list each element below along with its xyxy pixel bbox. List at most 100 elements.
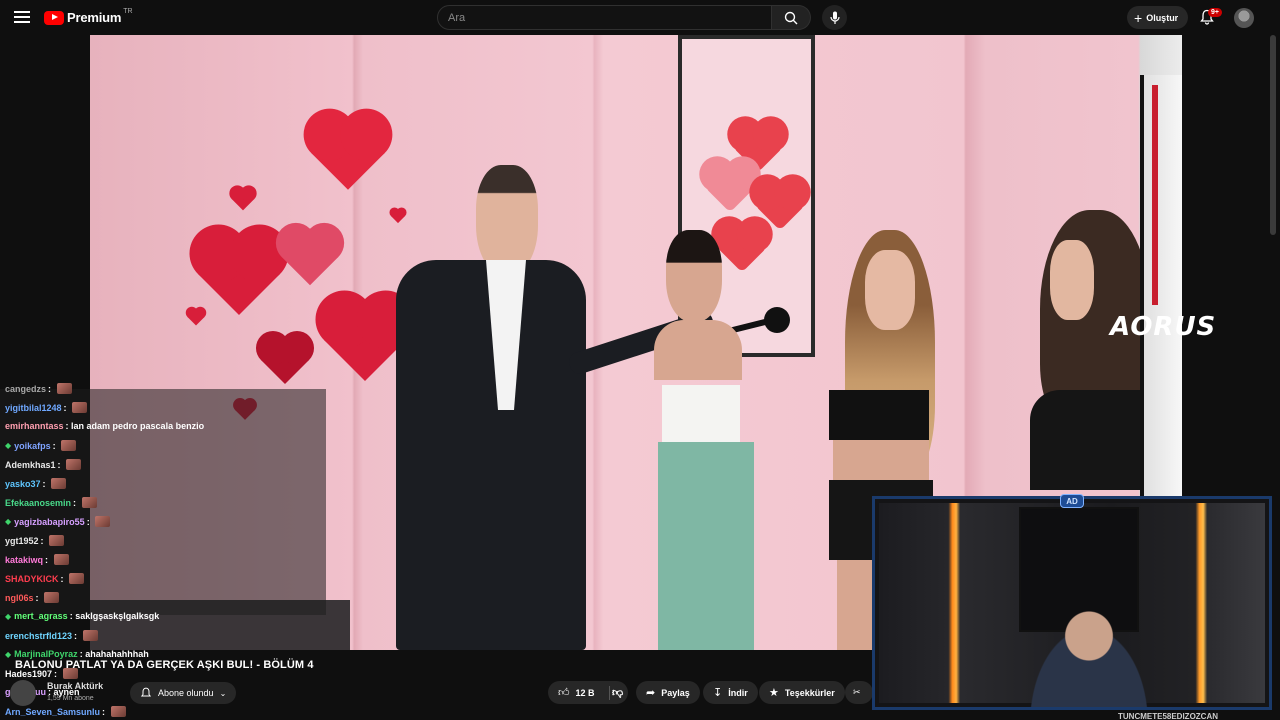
chat-message: SHADYKICK :: [5, 573, 85, 584]
youtube-watch-page: Premium TR + Oluştur 9+: [0, 0, 1280, 720]
chat-message: cangedzs :: [5, 383, 72, 394]
heart-decoration: [311, 116, 385, 190]
clip-button[interactable]: ✂: [845, 681, 873, 704]
emote-icon: [69, 573, 85, 584]
chat-separator: :: [74, 630, 80, 641]
emote-icon: [56, 383, 72, 394]
share-button[interactable]: ➦ Paylaş: [636, 681, 700, 704]
chat-separator: :: [42, 478, 49, 489]
chat-username[interactable]: Ademkhas1: [5, 460, 56, 470]
download-label: İndir: [728, 687, 748, 698]
subscribed-label: Abone olundu: [158, 688, 214, 698]
thanks-button[interactable]: ★ Teşekkürler: [759, 681, 845, 704]
door-frame: [1140, 75, 1182, 535]
chat-username[interactable]: yoikafps: [14, 441, 51, 451]
chat-message: yigitbilal1248 :: [5, 402, 88, 413]
webcam-label: TUNCMETE58EDIZOZCAN: [1118, 712, 1219, 720]
chat-username[interactable]: yigitbilal1248: [5, 403, 62, 413]
chat-username[interactable]: SHADYKICK: [5, 574, 59, 584]
chat-separator: :: [45, 554, 51, 565]
chat-text: ahahahahhhah: [85, 649, 149, 659]
chat-username[interactable]: emirhanntass: [5, 421, 64, 431]
search-button[interactable]: [772, 5, 811, 30]
region-label: TR: [123, 8, 133, 15]
chat-username[interactable]: ygt1952: [5, 536, 39, 546]
chevron-down-icon: ⌄: [219, 688, 227, 698]
chat-message: emirhanntass : lan adam pedro pascala be…: [5, 421, 204, 431]
emote-icon: [81, 497, 97, 508]
chat-message: ngl06s :: [5, 592, 60, 603]
share-icon: ➦: [646, 687, 656, 699]
subscriber-badge-icon: ◆: [5, 649, 12, 659]
chat-message: erenchstrfld123 :: [5, 630, 98, 641]
chat-username[interactable]: katakiwq: [5, 555, 43, 565]
webcam-feed: [879, 503, 1265, 707]
dislike-button[interactable]: 👎︎: [604, 681, 632, 704]
chat-separator: :: [52, 440, 59, 451]
brand-label: Premium: [67, 10, 122, 25]
heart-decoration: [197, 232, 281, 316]
chat-username[interactable]: erenchstrfld123: [5, 631, 72, 641]
emote-icon: [82, 630, 98, 641]
create-button[interactable]: + Oluştur: [1127, 6, 1189, 29]
chat-message: ◆ MarjinalPoyraz : ahahahahhhah: [5, 649, 149, 659]
emote-icon: [66, 459, 82, 470]
host-person: [396, 165, 790, 650]
bell-icon: [140, 687, 152, 697]
search-input[interactable]: [437, 5, 772, 30]
search-box: [437, 5, 811, 30]
chat-separator: :: [40, 535, 47, 546]
share-label: Paylaş: [661, 687, 690, 698]
chat-username[interactable]: ngl06s: [5, 593, 34, 603]
chat-message: Efekaanosemin :: [5, 497, 97, 508]
chat-username[interactable]: Arn_Seven_Samsunlu: [5, 707, 100, 717]
chat-message: katakiwq :: [5, 554, 69, 565]
heart-decoration: [231, 187, 255, 211]
chat-message: ygt1952 :: [5, 535, 65, 546]
heart-decoration: [323, 298, 407, 382]
chat-username[interactable]: MarjinalPoyraz: [14, 649, 78, 659]
chat-separator: :: [48, 383, 54, 394]
subscriber-badge-icon: ◆: [5, 441, 12, 450]
chat-message: ◆ yagizbabapiro55 :: [5, 516, 111, 527]
download-icon: ↧: [713, 687, 723, 699]
youtube-logo[interactable]: Premium TR: [44, 8, 133, 25]
create-label: Oluştur: [1146, 12, 1179, 23]
streamer-person: [1014, 603, 1164, 707]
chat-separator: :: [73, 497, 79, 508]
plus-icon: +: [1134, 9, 1143, 26]
video-title: BALONU PATLAT YA DA GERÇEK AŞKI BUL! - B…: [15, 659, 314, 671]
account-avatar[interactable]: [1234, 8, 1254, 28]
voice-search-button[interactable]: [822, 5, 847, 30]
chat-text: saklgşaskşlgalksgk: [75, 611, 160, 621]
notification-badge: 9+: [1208, 8, 1222, 17]
emote-icon: [53, 554, 69, 565]
subscriber-badge-icon: ◆: [5, 611, 12, 621]
webcam-emblem: AD: [1060, 494, 1084, 508]
chat-username[interactable]: Efekaanosemin: [5, 498, 71, 508]
chat-username[interactable]: yasko37: [5, 479, 41, 489]
download-button[interactable]: ↧ İndir: [703, 681, 758, 704]
contestant-person: [638, 230, 768, 650]
chat-username[interactable]: cangedzs: [5, 384, 46, 394]
channel-name[interactable]: Burak Aktürk: [47, 681, 103, 691]
channel-avatar[interactable]: [10, 680, 36, 706]
search-icon: [784, 11, 798, 24]
chat-separator: :: [35, 592, 42, 603]
heart-decoration: [260, 335, 310, 385]
streamer-webcam: [872, 496, 1272, 710]
chat-message: ◆ yoikafps :: [5, 440, 77, 451]
chat-username[interactable]: mert_agrass: [14, 611, 68, 621]
menu-icon[interactable]: [14, 9, 30, 25]
page-scrollbar[interactable]: [1270, 35, 1276, 235]
sponsor-logo: AORUS: [1110, 312, 1217, 342]
microphone-icon: [829, 11, 840, 24]
chat-username[interactable]: yagizbabapiro55: [14, 517, 85, 527]
chat-separator: :: [57, 459, 64, 470]
chat-text: lan adam pedro pascala benzio: [71, 421, 205, 431]
subscribed-button[interactable]: Abone olundu ⌄: [130, 682, 237, 704]
chat-separator: :: [86, 516, 93, 527]
emote-icon: [51, 478, 67, 489]
chat-message: Ademkhas1 :: [5, 459, 82, 470]
thanks-icon: ★: [769, 687, 779, 699]
